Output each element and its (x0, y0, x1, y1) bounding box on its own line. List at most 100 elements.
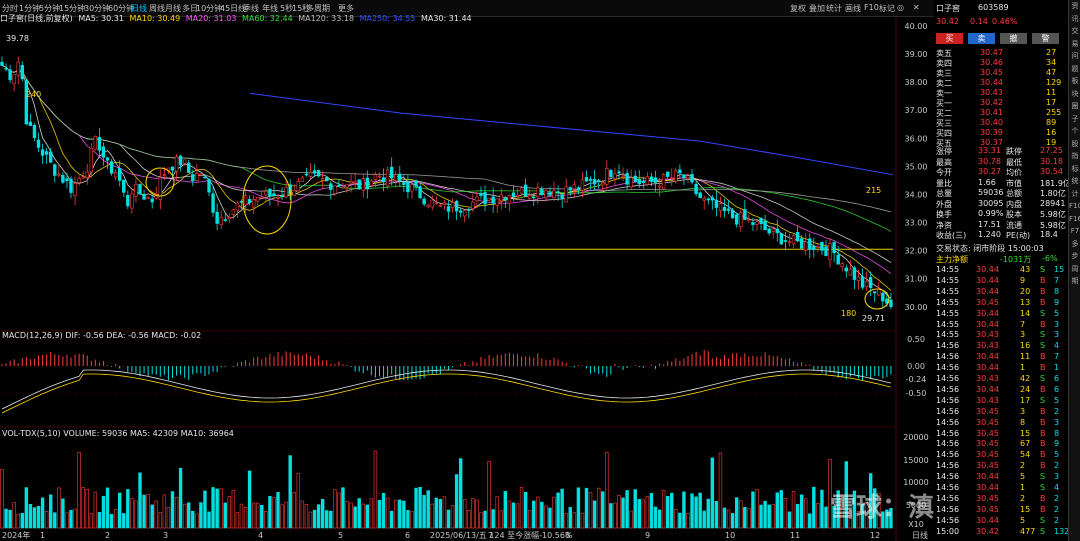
tick-volume: 67 (1020, 439, 1031, 449)
trade-tab-button[interactable]: 撤 (1000, 33, 1027, 44)
sidebar-item[interactable]: 标 (1069, 163, 1080, 176)
candle-body (556, 191, 560, 193)
ma250-line (249, 92, 894, 176)
volume-bar (320, 498, 325, 529)
tick-time: 14:56 (936, 384, 960, 394)
kline-chart[interactable]: 40.0039.0038.0037.0036.0035.0034.0033.00… (0, 0, 934, 541)
candle-body (329, 183, 333, 190)
sidebar-item[interactable]: 子 (1069, 113, 1080, 126)
tick-count: 9 (1054, 439, 1060, 449)
candle-body (308, 172, 313, 177)
sidebar-item[interactable]: 资 (1069, 0, 1080, 13)
trade-tab-button[interactable]: 警 (1032, 33, 1059, 44)
volume-bar (337, 492, 341, 529)
volume-bar (126, 489, 130, 529)
sidebar-item[interactable]: F10 (1069, 200, 1080, 213)
candle-body (596, 180, 601, 182)
candle-body (450, 202, 455, 208)
price-tick: 35.00 (905, 162, 928, 171)
volume-bar (454, 474, 459, 529)
toolbar-item[interactable]: 画线 (845, 3, 861, 14)
stat-label: 内盘 (1006, 199, 1022, 209)
sidebar-item[interactable]: 圈 (1069, 100, 1080, 113)
tick-count: 2 (1054, 515, 1060, 525)
sidebar-item[interactable]: 个 (1069, 125, 1080, 138)
tick-price: 30.43 (976, 330, 999, 340)
volume-bar (410, 510, 414, 529)
volume-bar (605, 452, 609, 529)
sidebar-item[interactable]: 计 (1069, 188, 1080, 201)
candle-body (162, 174, 167, 176)
candle-body (73, 183, 77, 196)
candle-body (645, 176, 650, 185)
candle-body (576, 187, 581, 190)
candle-body (414, 180, 418, 187)
x-month-tick: 9 (645, 531, 650, 540)
tick-price: 30.44 (976, 384, 999, 394)
candle-body (730, 209, 735, 219)
volume-bar (329, 510, 333, 529)
stat-value: 5.98亿 (1040, 220, 1066, 230)
sidebar-item[interactable]: 周 (1069, 263, 1080, 276)
candle-body (85, 171, 89, 178)
candle-body (755, 221, 759, 225)
sidebar-item[interactable]: F7 (1069, 225, 1080, 238)
tick-row: 14:55 30.44 7 B 3 (934, 320, 1066, 331)
tick-volume: 2 (1020, 461, 1026, 471)
candle-body (812, 246, 816, 251)
volume-bar (682, 491, 686, 529)
toolbar-item[interactable]: 标记 (879, 3, 895, 14)
sidebar-item[interactable]: 统 (1069, 175, 1080, 188)
tick-price: 30.45 (976, 406, 999, 416)
volume-bar (12, 502, 16, 529)
candle-body (325, 177, 329, 182)
sidebar-item[interactable]: 易 (1069, 38, 1080, 51)
toolbar-item[interactable]: 叠加 (809, 3, 825, 14)
macd-panel: MACD(12,26,9) DIF: -0.56 DEA: -0.56 MACD… (1, 331, 926, 414)
sidebar-item[interactable]: 步 (1069, 250, 1080, 263)
sidebar-item[interactable]: 块 (1069, 88, 1080, 101)
sidebar-item[interactable]: 交 (1069, 25, 1080, 38)
tick-count: 3 (1054, 330, 1060, 340)
trade-tab-button[interactable]: 买 (936, 33, 963, 44)
candle-body (686, 175, 690, 179)
candle-body (426, 204, 430, 208)
volume-bar (422, 495, 426, 529)
candle-body (507, 195, 512, 204)
toolbar-button[interactable]: ◎ (897, 3, 904, 12)
volume-bar (49, 494, 53, 529)
candle-body (592, 179, 597, 185)
candle-body (747, 219, 751, 221)
sidebar-item[interactable]: 期 (1069, 275, 1080, 288)
sidebar-item[interactable]: 股 (1069, 138, 1080, 151)
volume-bar (158, 512, 163, 529)
sidebar-item[interactable]: 板 (1069, 75, 1080, 88)
tick-row: 14:56 30.44 11 B 7 (934, 352, 1066, 363)
volume-bar (479, 512, 483, 529)
candle-body (467, 209, 471, 211)
toolbar-item[interactable]: 统计 (826, 3, 842, 14)
tick-price: 30.45 (976, 450, 999, 460)
sidebar-item[interactable]: 题 (1069, 63, 1080, 76)
tick-time: 14:55 (936, 330, 960, 340)
toolbar-item[interactable]: F10 (864, 3, 879, 12)
trade-tab-button[interactable]: 卖 (968, 33, 995, 44)
tick-count: 2 (1054, 504, 1060, 514)
stock-series-label: 口子窖(日线,前复权) (0, 14, 73, 23)
level-volume: 89 (1046, 118, 1057, 127)
candle-body (463, 210, 467, 217)
candle-body (292, 190, 296, 196)
sidebar-item[interactable]: 指 (1069, 150, 1080, 163)
tick-row: 14:56 30.45 15 B 2 (934, 505, 1066, 516)
toolbar-button[interactable]: ✕ (913, 3, 920, 12)
tick-row: 14:55 30.44 9 B 7 (934, 276, 1066, 287)
price-tick: 33.00 (905, 219, 928, 228)
sidebar-item[interactable]: 问 (1069, 50, 1080, 63)
sidebar-item[interactable]: 多 (1069, 238, 1080, 251)
sidebar-item[interactable]: 讯 (1069, 13, 1080, 26)
price-tick: 39.00 (905, 50, 928, 59)
volume-bar (601, 491, 605, 529)
toolbar-item[interactable]: 复权 (790, 3, 806, 14)
volume-bar (463, 499, 467, 529)
sidebar-item[interactable]: F16 (1069, 213, 1080, 226)
